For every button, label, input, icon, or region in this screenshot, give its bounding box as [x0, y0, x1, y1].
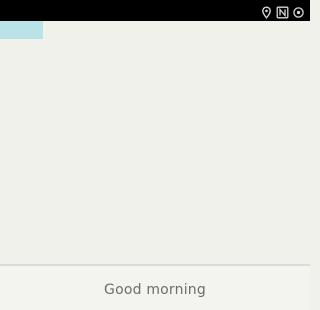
selected-tab-indicator[interactable] — [0, 21, 43, 39]
location-icon — [260, 4, 273, 19]
status-icons — [260, 3, 305, 19]
nfc-icon — [276, 4, 289, 19]
greeting-text: Good morning — [104, 282, 206, 298]
sync-icon — [292, 4, 305, 18]
screen: Good morning — [0, 0, 310, 310]
main-content — [0, 21, 310, 264]
status-bar — [0, 0, 310, 21]
